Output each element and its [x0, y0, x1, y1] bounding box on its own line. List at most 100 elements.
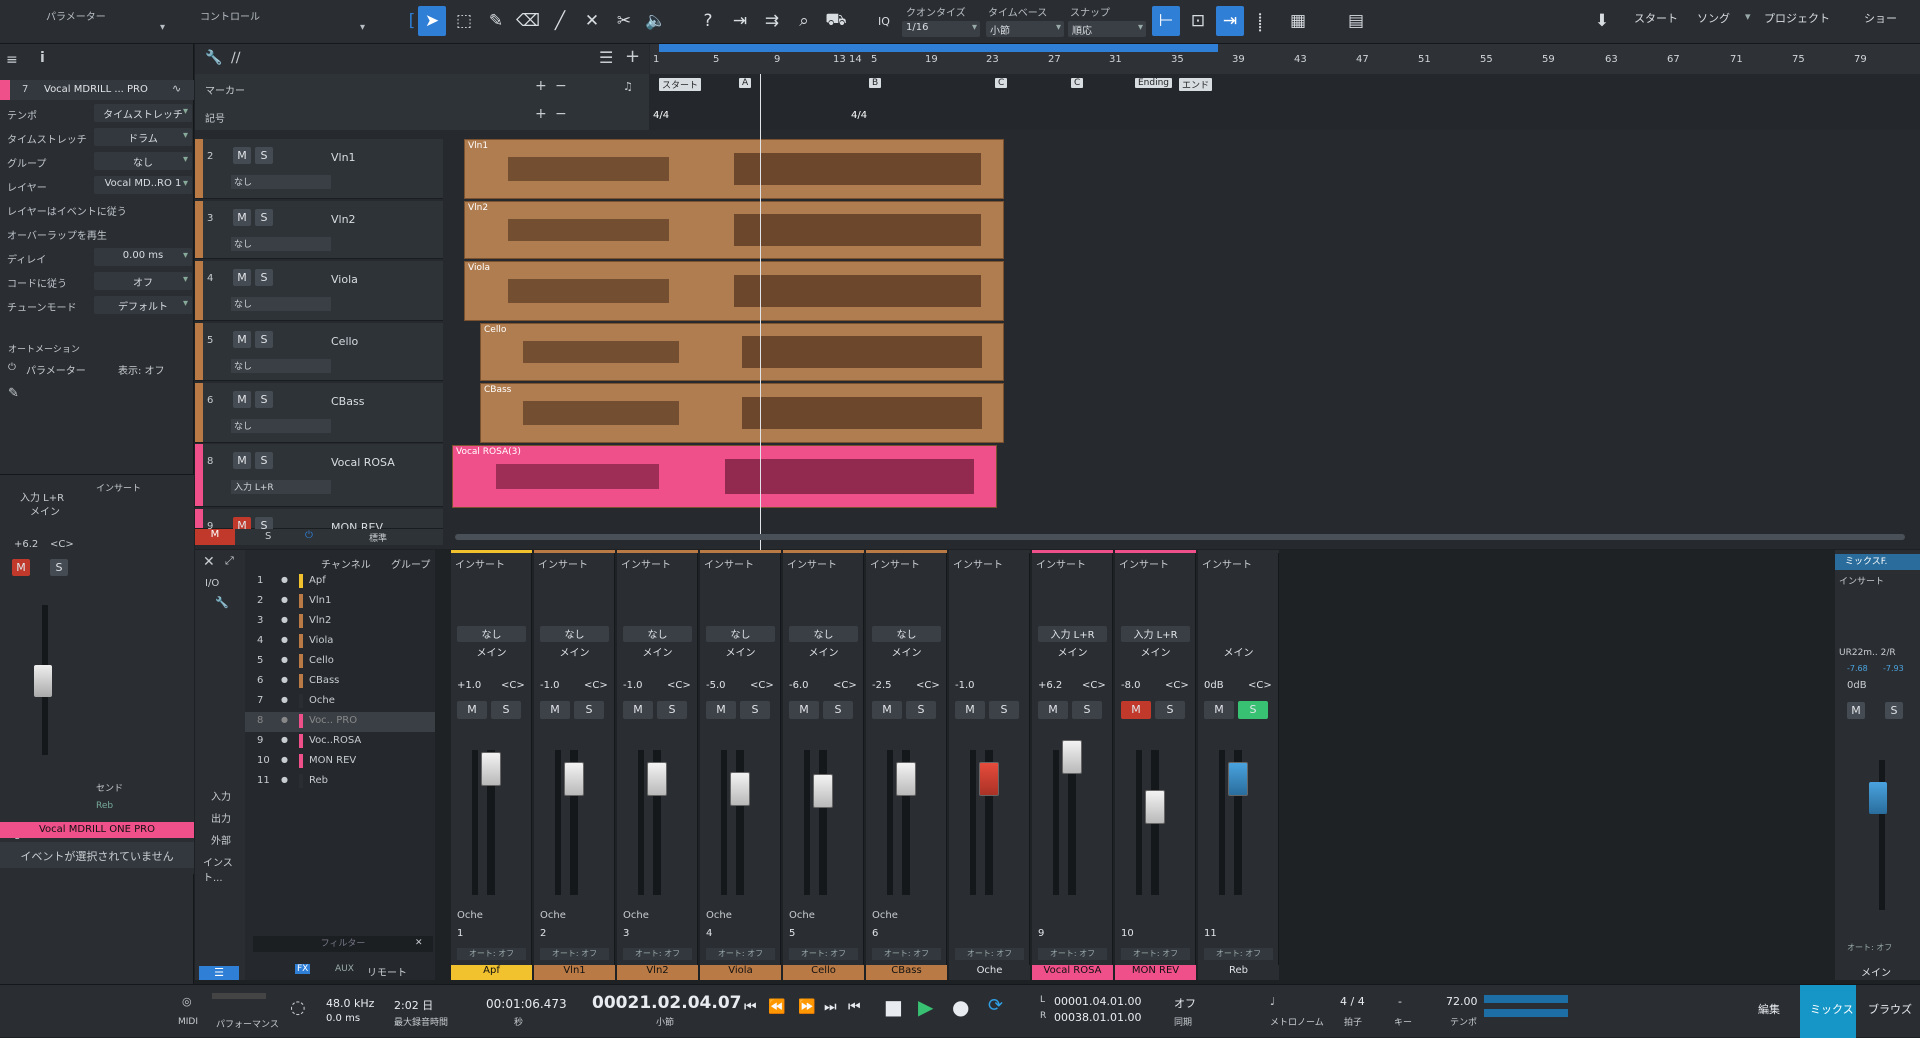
quantize-select[interactable]: 1/16	[902, 21, 980, 37]
show-page-button[interactable]: ショー	[1864, 10, 1897, 26]
solo-button[interactable]: S	[255, 269, 273, 286]
timebase-select[interactable]: 小節	[986, 21, 1064, 37]
visible-icon[interactable]: ●	[281, 695, 288, 704]
record-icon[interactable]: ●	[952, 995, 969, 1019]
automation-mode[interactable]: オート: オフ	[706, 948, 775, 960]
automation-mode[interactable]: オート: オフ	[540, 948, 609, 960]
channel-list-item[interactable]: 4 ● Viola	[245, 632, 435, 652]
solo-button[interactable]: S	[740, 701, 770, 719]
output-bus[interactable]: メイン	[1121, 644, 1190, 659]
left-locator[interactable]: 00001.04.01.00	[1054, 995, 1141, 1008]
inspector-row-value[interactable]: タイムストレッチ	[94, 104, 192, 122]
pencil-tool-icon[interactable]: ✎	[482, 6, 510, 36]
inspector-row-value[interactable]: デフォルト	[94, 296, 192, 314]
help-icon[interactable]: ?	[694, 6, 722, 36]
arrow-tool-icon[interactable]: ➤	[418, 6, 446, 36]
inspector-row-value[interactable]: オフ	[94, 272, 192, 290]
automation-mode[interactable]: オート: オフ	[623, 948, 692, 960]
insert-slot[interactable]: インサート	[451, 556, 532, 572]
mute-button[interactable]: M	[1204, 701, 1234, 719]
input-route[interactable]: なし	[540, 626, 609, 642]
browse-view-button[interactable]: ブラウズ	[1868, 1001, 1912, 1017]
film-icon[interactable]: ▤	[1342, 6, 1370, 36]
transform-icon[interactable]: ⛟	[822, 6, 850, 36]
solo-button[interactable]: S	[255, 331, 273, 348]
marker[interactable]: スタート	[659, 78, 702, 91]
output-bus[interactable]: メイン	[872, 644, 941, 659]
sync-value[interactable]: オフ	[1174, 995, 1196, 1011]
track-input-select[interactable]: なし	[231, 419, 331, 433]
key-value[interactable]: -	[1398, 995, 1402, 1008]
visible-icon[interactable]: ●	[281, 735, 288, 744]
solo-button[interactable]: S	[574, 701, 604, 719]
mute-button[interactable]: M	[1038, 701, 1068, 719]
mute-button[interactable]: M	[233, 452, 251, 469]
main-auto[interactable]: オート: オフ	[1847, 942, 1892, 953]
volume-fader[interactable]	[896, 762, 916, 796]
timeline-ruler[interactable]: 1 5 9 13 14 5 19 23 27 31 35 39 43 47 51 55 59 63 67 71 75 79	[650, 44, 1920, 74]
mute-button[interactable]: M	[872, 701, 902, 719]
time-signature[interactable]: 4 / 4	[1340, 995, 1365, 1008]
marker[interactable]: エンド	[1179, 78, 1213, 91]
output-label[interactable]: Oche	[789, 910, 815, 921]
output-label[interactable]: Oche	[457, 910, 483, 921]
inspector-reb[interactable]: Reb	[96, 801, 113, 811]
output-label[interactable]: Oche	[623, 910, 649, 921]
listen-tool-icon[interactable]: 🔈	[642, 6, 670, 36]
pan-readout[interactable]: <C>	[501, 680, 525, 691]
eraser-tool-icon[interactable]: ⌫	[514, 6, 542, 36]
channel-list-item[interactable]: 8 ● Voc.. PRO	[245, 712, 435, 732]
automation-mode[interactable]: オート: オフ	[789, 948, 858, 960]
grid-menu-icon[interactable]: ▦	[1284, 6, 1312, 36]
global-solo-button[interactable]: S	[265, 531, 271, 542]
main-solo-button[interactable]: S	[1885, 702, 1903, 719]
mute-button[interactable]: M	[233, 391, 251, 408]
volume-fader[interactable]	[564, 762, 584, 796]
global-mute-button[interactable]: M	[195, 529, 235, 545]
time-seconds[interactable]: 00:01:06.473	[486, 997, 567, 1011]
visible-icon[interactable]: ●	[281, 615, 288, 624]
channel-list-item[interactable]: 7 ● Oche	[245, 692, 435, 712]
input-route[interactable]: 入力 L+R	[1038, 626, 1107, 642]
expand-icon[interactable]: ⤢	[225, 554, 234, 568]
time-bars[interactable]: 00021.02.04.07	[592, 993, 742, 1013]
track-name[interactable]: CBass	[331, 395, 364, 408]
solo-button[interactable]: S	[255, 391, 273, 408]
insert-slot[interactable]: インサート	[617, 556, 698, 572]
fast-forward-icon[interactable]: ⏩	[798, 999, 815, 1015]
insert-slot[interactable]: インサート	[1198, 556, 1279, 572]
inspector-send[interactable]: センド	[96, 781, 123, 794]
wrench-icon[interactable]: 🔧	[215, 596, 229, 609]
mute-button[interactable]: M	[233, 331, 251, 348]
pan-readout[interactable]: <C>	[1082, 680, 1106, 691]
chevron-down-icon[interactable]: ▾	[360, 22, 365, 33]
track-name[interactable]: Vocal ROSA	[331, 456, 395, 469]
pan-readout[interactable]: <C>	[1248, 680, 1272, 691]
aux-filter[interactable]: AUX	[335, 964, 354, 974]
channel-list-item[interactable]: 2 ● Vln1	[245, 592, 435, 612]
marker[interactable]: A	[739, 78, 752, 88]
channel-list-item[interactable]: 6 ● CBass	[245, 672, 435, 692]
automation-mode[interactable]: オート: オフ	[872, 948, 941, 960]
edit-view-button[interactable]: 編集	[1758, 1001, 1780, 1017]
insert-slot[interactable]: インサート	[783, 556, 864, 572]
output-bus[interactable]: メイン	[457, 644, 526, 659]
automation-mode[interactable]: オート: オフ	[1038, 948, 1107, 960]
automation-mode[interactable]: オート: オフ	[955, 948, 1024, 960]
audio-clip[interactable]: Vln1	[464, 139, 1004, 199]
start-page-button[interactable]: スタート	[1634, 10, 1678, 26]
pan-readout[interactable]: <C>	[584, 680, 608, 691]
input-route[interactable]: なし	[706, 626, 775, 642]
rewind-icon[interactable]: ⏪	[768, 999, 785, 1015]
automation-mode[interactable]: オート: オフ	[1121, 948, 1190, 960]
remove-marker-icon[interactable]: −	[555, 78, 567, 94]
parameter-display-select[interactable]: 表示: オフ	[118, 362, 165, 377]
output-section[interactable]: 出力	[211, 810, 231, 825]
visible-icon[interactable]: ●	[281, 675, 288, 684]
skip-back-icon[interactable]: ⏮	[744, 999, 757, 1015]
track-name[interactable]: Vln1	[331, 151, 356, 164]
main-device[interactable]: UR22m.. 2/R	[1839, 648, 1896, 658]
main-fader[interactable]	[1869, 782, 1887, 814]
visible-icon[interactable]: ●	[281, 775, 288, 784]
inspector-solo-button[interactable]: S	[50, 559, 68, 576]
